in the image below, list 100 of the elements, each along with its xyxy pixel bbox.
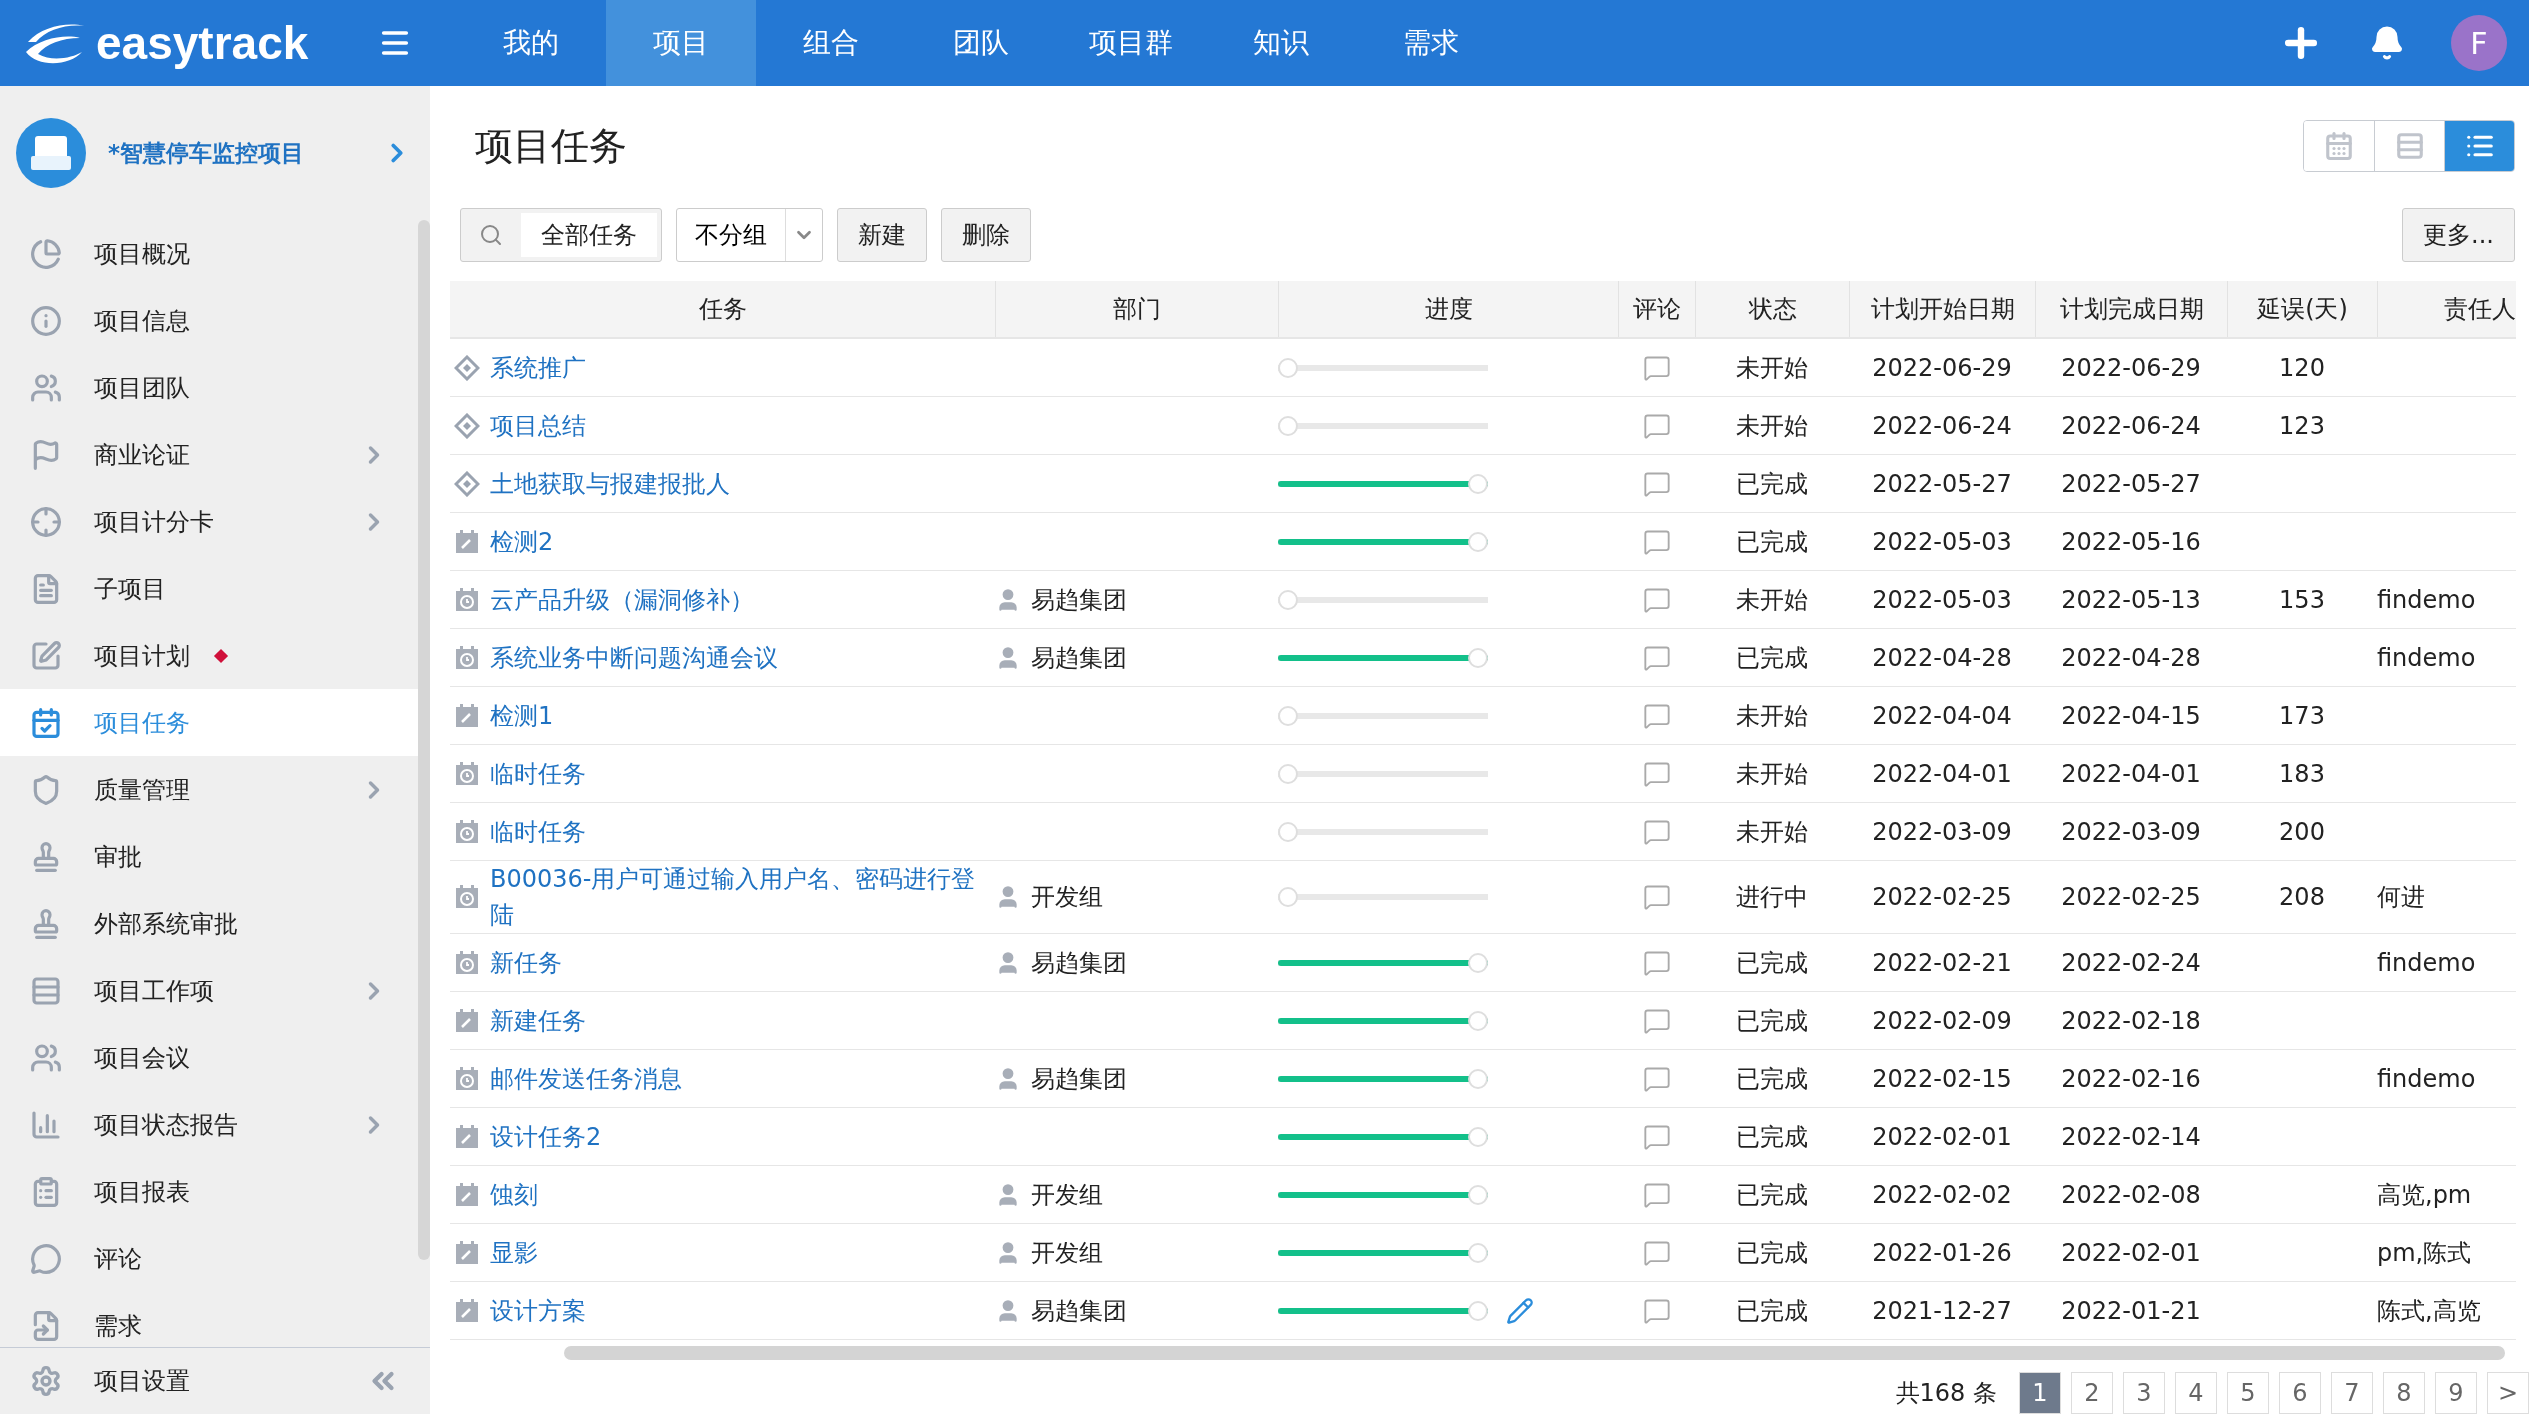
task-link[interactable]: 蚀刻 (490, 1176, 538, 1213)
date-cell: 2022-06-29 (1872, 353, 2012, 382)
date-cell: 2022-02-21 (1872, 948, 2012, 977)
sidebar-item[interactable]: 质量管理 (0, 756, 418, 823)
task-link[interactable]: 云产品升级（漏洞修补） (490, 581, 754, 618)
view-toggle-button[interactable] (2444, 121, 2514, 172)
sidebar-item[interactable]: 外部系统审批 (0, 890, 418, 957)
nav-tab[interactable]: 项目 (606, 0, 756, 86)
slider-thumb[interactable] (1468, 1300, 1488, 1321)
task-link[interactable]: 系统推广 (490, 349, 586, 386)
slider-thumb[interactable] (1468, 1242, 1488, 1263)
page-button[interactable]: 4 (2175, 1372, 2217, 1414)
column-header[interactable]: 评论 (1633, 293, 1681, 326)
slider-thumb[interactable] (1278, 357, 1298, 378)
sidebar-item[interactable]: 审批 (0, 823, 418, 890)
slider-thumb[interactable] (1468, 952, 1488, 973)
column-header[interactable]: 责任人 (2444, 293, 2516, 326)
sidebar-item[interactable]: 项目概况 (0, 220, 418, 287)
page-button[interactable]: 1 (2019, 1372, 2061, 1414)
column-header[interactable]: 计划完成日期 (2059, 293, 2204, 326)
sidebar-item[interactable]: 项目任务 (0, 689, 418, 756)
sidebar-item[interactable]: 项目计分卡 (0, 488, 418, 555)
horizontal-scrollbar[interactable] (564, 1346, 2505, 1360)
sidebar-item[interactable]: 项目报表 (0, 1158, 418, 1225)
sidebar-item[interactable]: 需求 (0, 1292, 418, 1347)
slider-thumb[interactable] (1468, 1068, 1488, 1089)
slider-thumb[interactable] (1468, 1184, 1488, 1205)
page-button[interactable]: 8 (2383, 1372, 2425, 1414)
task-link[interactable]: 项目总结 (490, 407, 586, 444)
slider-thumb[interactable] (1468, 531, 1488, 552)
column-header[interactable]: 部门 (1113, 293, 1161, 326)
dept-cell-text: 开发组 (1031, 1179, 1103, 1211)
slider-thumb[interactable] (1278, 887, 1298, 908)
toolbar-button[interactable]: 新建 (837, 208, 927, 263)
sidebar-scrollbar[interactable] (418, 220, 430, 1260)
date-cell: 2022-04-28 (2061, 643, 2201, 672)
comment-icon[interactable] (1642, 883, 1671, 912)
nav-tab[interactable]: 我的 (456, 0, 606, 86)
sidebar-item[interactable]: 项目计划 (0, 622, 418, 689)
task-link[interactable]: 临时任务 (490, 813, 586, 850)
filter-field[interactable]: 全部任务 (460, 208, 662, 263)
slider-thumb[interactable] (1468, 473, 1488, 494)
slider-thumb[interactable] (1468, 1126, 1488, 1147)
sidebar-footer-label[interactable]: 项目设置 (94, 1365, 190, 1397)
project-name[interactable]: *智慧停车监控项目 (108, 137, 360, 169)
slider-thumb[interactable] (1278, 763, 1298, 784)
edit-icon[interactable] (1506, 1296, 1534, 1325)
slider-thumb[interactable] (1468, 647, 1488, 668)
page-button[interactable]: 3 (2123, 1372, 2165, 1414)
task-link[interactable]: 显影 (490, 1234, 538, 1271)
sidebar-item[interactable]: 项目状态报告 (0, 1091, 418, 1158)
slider-thumb[interactable] (1278, 821, 1298, 842)
calendar-check-icon (30, 706, 62, 739)
user-avatar[interactable]: F (2451, 15, 2507, 71)
calendar-pencil-icon (454, 1007, 480, 1034)
sidebar-item[interactable]: 项目团队 (0, 354, 418, 421)
nav-tab[interactable]: 组合 (756, 0, 906, 86)
column-header[interactable]: 状态 (1748, 293, 1797, 326)
nav-tab[interactable]: 知识 (1206, 0, 1356, 86)
column-header[interactable]: 任务 (698, 293, 747, 326)
calendar-pencil-icon (454, 1181, 480, 1208)
page-button[interactable]: 2 (2071, 1372, 2113, 1414)
task-link[interactable]: 邮件发送任务消息 (490, 1060, 682, 1097)
more-button[interactable]: 更多... (2402, 208, 2515, 263)
task-link[interactable]: 新建任务 (490, 1002, 586, 1039)
toolbar-button[interactable]: 删除 (941, 208, 1031, 263)
column-header[interactable]: 进度 (1424, 293, 1473, 326)
date-cell: 2022-04-28 (1872, 643, 2012, 672)
nav-tab[interactable]: 项目群 (1056, 0, 1206, 86)
column-header[interactable]: 延误(天) (2257, 293, 2348, 326)
slider-thumb[interactable] (1278, 705, 1298, 726)
next-page-button[interactable]: > (2487, 1372, 2529, 1414)
settings-icon (30, 1365, 62, 1397)
column-header[interactable]: 计划开始日期 (1870, 293, 2015, 326)
slider-thumb[interactable] (1278, 589, 1298, 610)
task-link[interactable]: 系统业务中断问题沟通会议 (490, 639, 778, 676)
sidebar-item[interactable]: 子项目 (0, 555, 418, 622)
slider-thumb[interactable] (1468, 1010, 1488, 1031)
task-link[interactable]: B00036-用户可通过输入用户名、密码进行登陆 (490, 861, 991, 934)
page-button[interactable]: 7 (2331, 1372, 2373, 1414)
sidebar-item[interactable]: 项目工作项 (0, 957, 418, 1024)
page-button[interactable]: 5 (2227, 1372, 2269, 1414)
sidebar-item[interactable]: 评论 (0, 1225, 418, 1292)
task-link[interactable]: 检测2 (490, 523, 554, 560)
task-link[interactable]: 设计任务2 (490, 1118, 602, 1155)
page-button[interactable]: 6 (2279, 1372, 2321, 1414)
task-link[interactable]: 临时任务 (490, 755, 586, 792)
bell-icon[interactable] (2369, 25, 2405, 61)
task-link[interactable]: 新任务 (490, 944, 562, 981)
sidebar-item[interactable]: 商业论证 (0, 421, 418, 488)
nav-tab[interactable]: 团队 (906, 0, 1056, 86)
group-dropdown[interactable]: 不分组 (676, 208, 823, 263)
sidebar-item[interactable]: 项目会议 (0, 1024, 418, 1091)
page-button[interactable]: 9 (2435, 1372, 2477, 1414)
nav-tab[interactable]: 需求 (1356, 0, 1506, 86)
sidebar-item[interactable]: 项目信息 (0, 287, 418, 354)
task-link[interactable]: 土地获取与报建报批人 (490, 465, 730, 502)
task-link[interactable]: 检测1 (490, 697, 554, 734)
task-link[interactable]: 设计方案 (490, 1292, 586, 1329)
slider-thumb[interactable] (1278, 415, 1298, 436)
